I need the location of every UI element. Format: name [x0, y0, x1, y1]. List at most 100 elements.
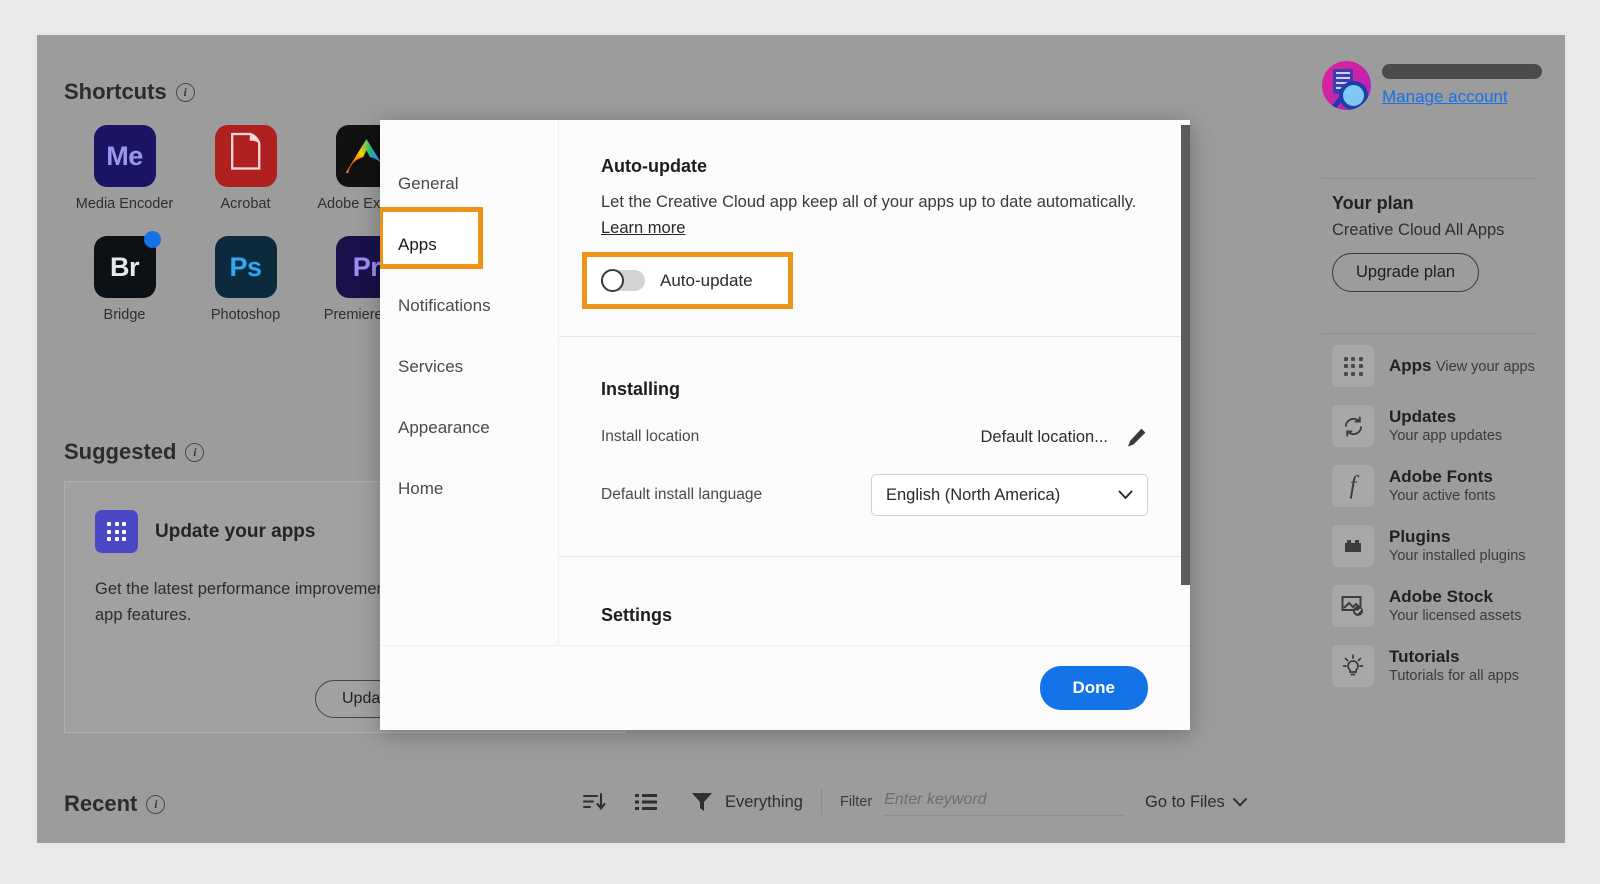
- sort-descending-icon[interactable]: [577, 787, 611, 817]
- prefs-nav-label: General: [398, 174, 459, 193]
- install-language-select[interactable]: English (North America): [871, 474, 1148, 516]
- rail-item-adobe-stock[interactable]: Adobe Stock Your licensed assets: [1332, 585, 1565, 627]
- account-name-redacted: [1382, 64, 1542, 79]
- rail-item-title: Updates: [1389, 407, 1457, 426]
- toolbar-divider: [820, 789, 822, 815]
- rail-divider: [1322, 333, 1537, 334]
- rail-item-subtitle: Your active fonts: [1389, 488, 1496, 504]
- recent-toolbar: Everything Filter: [577, 787, 1125, 817]
- funnel-icon[interactable]: [685, 787, 719, 817]
- shortcut-photoshop[interactable]: Ps Photoshop: [185, 236, 306, 323]
- recent-heading-label: Recent: [64, 791, 138, 816]
- plugin-brick-icon: [1332, 525, 1374, 567]
- install-language-row: Default install language English (North …: [601, 474, 1148, 516]
- rail-nav: Apps View your apps Updates Your app upd…: [1332, 345, 1565, 705]
- shortcuts-heading-label: Shortcuts: [64, 79, 167, 104]
- vertical-scrollbar[interactable]: [1181, 125, 1190, 585]
- filter-scope-label[interactable]: Everything: [725, 793, 803, 812]
- rail-item-subtitle: Your app updates: [1389, 428, 1503, 444]
- install-language-value: English (North America): [886, 485, 1061, 504]
- manage-account-link[interactable]: Manage account: [1382, 87, 1542, 107]
- install-location-label: Install location: [601, 428, 700, 445]
- done-button[interactable]: Done: [1039, 666, 1148, 710]
- rail-item-tutorials[interactable]: Tutorials Tutorials for all apps: [1332, 645, 1565, 687]
- go-to-files-button[interactable]: Go to Files: [1145, 793, 1247, 812]
- user-avatar[interactable]: [1322, 61, 1371, 110]
- shortcut-acrobat[interactable]: 🗋 Acrobat: [185, 125, 306, 212]
- learn-more-link[interactable]: Learn more: [601, 219, 685, 238]
- account-row: Manage account: [1322, 61, 1542, 110]
- info-icon[interactable]: i: [185, 442, 205, 462]
- prefs-nav-notifications[interactable]: Notifications: [380, 288, 558, 324]
- rail-item-plugins[interactable]: Plugins Your installed plugins: [1332, 525, 1565, 567]
- rail-item-subtitle: Your licensed assets: [1389, 608, 1522, 624]
- prefs-nav-apps[interactable]: Apps: [380, 207, 558, 269]
- info-icon[interactable]: i: [175, 82, 195, 102]
- filter-input[interactable]: [884, 788, 1125, 816]
- auto-update-toggle[interactable]: [601, 269, 645, 292]
- plan-block: Your plan Creative Cloud All Apps Upgrad…: [1332, 193, 1504, 292]
- prefs-nav-label: Home: [398, 479, 444, 498]
- apps-grid-icon: [95, 510, 138, 553]
- settings-title: Settings: [601, 605, 673, 625]
- prefs-nav-label: Notifications: [398, 296, 491, 315]
- auto-update-toggle-row[interactable]: Auto-update: [601, 260, 1148, 292]
- pencil-icon[interactable]: [1126, 426, 1148, 448]
- info-icon[interactable]: i: [146, 794, 166, 814]
- install-location-value: Default location...: [980, 427, 1109, 446]
- plan-title: Your plan: [1332, 193, 1414, 213]
- prefs-nav-label: Appearance: [398, 418, 490, 437]
- prefs-nav-appearance[interactable]: Appearance: [380, 410, 558, 446]
- prefs-nav-label: Apps: [398, 235, 437, 254]
- shortcuts-heading: Shortcuts i: [64, 79, 195, 105]
- auto-update-description: Let the Creative Cloud app keep all of y…: [601, 193, 1137, 211]
- install-location-row: Install location Default location...: [601, 426, 1148, 448]
- auto-update-toggle-label: Auto-update: [660, 270, 753, 290]
- prefs-nav-label: Services: [398, 357, 464, 376]
- rail-item-updates[interactable]: Updates Your app updates: [1332, 405, 1565, 447]
- rail-item-subtitle: Tutorials for all apps: [1389, 668, 1520, 684]
- rail-item-title: Apps: [1389, 356, 1432, 375]
- font-f-icon: f: [1332, 465, 1374, 507]
- chevron-down-icon: [1232, 798, 1247, 807]
- chevron-down-icon: [1118, 490, 1133, 499]
- prefs-nav-general[interactable]: General: [380, 166, 558, 202]
- list-view-icon[interactable]: [629, 787, 663, 817]
- right-sidebar: Manage account Your plan Creative Cloud …: [1312, 35, 1565, 843]
- update-badge-dot: [143, 231, 161, 248]
- prefs-nav-services[interactable]: Services: [380, 349, 558, 385]
- recent-heading: Recent i: [64, 791, 166, 817]
- shortcut-bridge[interactable]: Br Bridge: [64, 231, 185, 323]
- rail-item-subtitle: View your apps: [1435, 359, 1535, 375]
- rail-item-apps[interactable]: Apps View your apps: [1332, 345, 1565, 387]
- filter-label: Filter: [839, 794, 873, 810]
- installing-title: Installing: [601, 379, 681, 399]
- rail-divider: [1322, 178, 1537, 179]
- upgrade-plan-button[interactable]: Upgrade plan: [1332, 253, 1480, 292]
- refresh-icon: [1332, 405, 1374, 447]
- shortcut-label: Photoshop: [210, 307, 281, 323]
- settings-section: Settings: [559, 557, 1190, 645]
- photoshop-icon: Ps: [214, 236, 277, 298]
- rail-item-title: Adobe Fonts: [1389, 467, 1493, 486]
- acrobat-icon: 🗋: [214, 125, 277, 187]
- rail-item-subtitle: Your installed plugins: [1389, 548, 1526, 564]
- shortcut-media-encoder[interactable]: Me Media Encoder: [64, 125, 185, 212]
- preferences-footer: Done: [380, 645, 1190, 730]
- go-to-files-label: Go to Files: [1145, 793, 1225, 811]
- plan-name: Creative Cloud All Apps: [1332, 221, 1505, 239]
- media-encoder-icon: Me: [93, 125, 156, 187]
- shortcut-label: Bridge: [103, 307, 146, 323]
- rail-item-adobe-fonts[interactable]: f Adobe Fonts Your active fonts: [1332, 465, 1565, 507]
- auto-update-section: Auto-update Let the Creative Cloud app k…: [559, 120, 1190, 337]
- preferences-nav: General Apps Notifications Services Appe…: [380, 120, 559, 645]
- apps-grid-icon: [1332, 345, 1374, 387]
- stock-image-check-icon: [1332, 585, 1374, 627]
- installing-section: Installing Install location Default loca…: [559, 337, 1190, 557]
- suggested-heading: Suggested i: [64, 439, 205, 465]
- rail-item-title: Tutorials: [1389, 647, 1460, 666]
- suggested-heading-label: Suggested: [64, 439, 177, 464]
- prefs-nav-home[interactable]: Home: [380, 471, 558, 507]
- shortcut-label: Acrobat: [220, 196, 271, 212]
- install-language-label: Default install language: [601, 486, 763, 503]
